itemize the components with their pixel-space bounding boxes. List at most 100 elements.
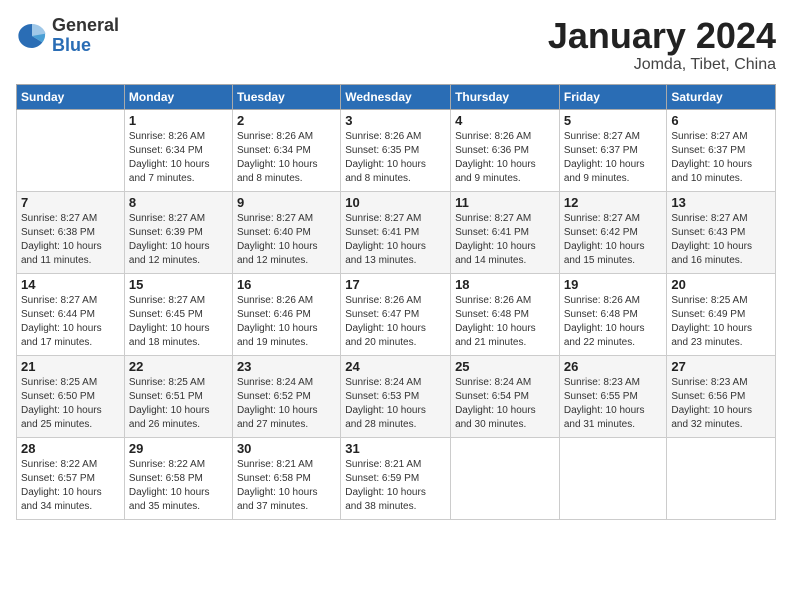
day-number: 9 bbox=[237, 195, 336, 210]
day-number: 26 bbox=[564, 359, 663, 374]
month-title: January 2024 bbox=[548, 16, 776, 56]
day-info: Sunrise: 8:26 AM Sunset: 6:48 PM Dayligh… bbox=[455, 294, 555, 350]
day-info: Sunrise: 8:26 AM Sunset: 6:34 PM Dayligh… bbox=[237, 130, 336, 186]
table-row bbox=[17, 109, 125, 191]
table-row: 30Sunrise: 8:21 AM Sunset: 6:58 PM Dayli… bbox=[232, 437, 340, 519]
table-row: 23 Sunrise: 8:24 AM Sunset: 6:52 PM Dayli… bbox=[232, 355, 340, 437]
calendar-table: Sunday Monday Tuesday Wednesday Thursday… bbox=[16, 84, 776, 520]
table-row: 8Sunrise: 8:27 AM Sunset: 6:39 PM Daylig… bbox=[124, 191, 232, 273]
day-number: 3 bbox=[345, 113, 446, 128]
table-row: 18 Sunrise: 8:26 AM Sunset: 6:48 PM Dayli… bbox=[451, 273, 560, 355]
logo: General Blue bbox=[16, 16, 119, 56]
day-info: Sunrise: 8:26 AM Sunset: 6:36 PM Dayligh… bbox=[455, 130, 555, 186]
day-info: Sunrise: 8:27 AM Sunset: 6:41 PM Dayligh… bbox=[455, 212, 555, 268]
day-number: 11 bbox=[455, 195, 555, 210]
day-number: 20 bbox=[671, 277, 771, 292]
table-row: 13 Sunrise: 8:27 AM Sunset: 6:43 PM Dayli… bbox=[667, 191, 776, 273]
day-info: Sunrise: 8:27 AM Sunset: 6:37 PM Dayligh… bbox=[671, 130, 771, 186]
day-number: 28 bbox=[21, 441, 120, 456]
header-friday: Friday bbox=[559, 84, 667, 109]
day-info: Sunrise: 8:23 AM Sunset: 6:55 PM Dayligh… bbox=[564, 376, 663, 432]
day-number: 13 bbox=[671, 195, 771, 210]
day-number: 4 bbox=[455, 113, 555, 128]
table-row: 7 Sunrise: 8:27 AM Sunset: 6:38 PM Daylig… bbox=[17, 191, 125, 273]
day-number: 21 bbox=[21, 359, 120, 374]
table-row: 12 Sunrise: 8:27 AM Sunset: 6:42 PM Dayli… bbox=[559, 191, 667, 273]
day-info: Sunrise: 8:25 AM Sunset: 6:50 PM Dayligh… bbox=[21, 376, 120, 432]
table-row: 31 Sunrise: 8:21 AM Sunset: 6:59 PM Dayli… bbox=[341, 437, 451, 519]
day-number: 24 bbox=[345, 359, 446, 374]
day-number: 25 bbox=[455, 359, 555, 374]
calendar-week-row: 1Sunrise: 8:26 AM Sunset: 6:34 PM Daylig… bbox=[17, 109, 776, 191]
day-number: 8 bbox=[129, 195, 228, 210]
day-info: Sunrise: 8:27 AM Sunset: 6:41 PM Dayligh… bbox=[345, 212, 446, 268]
table-row: 1Sunrise: 8:26 AM Sunset: 6:34 PM Daylig… bbox=[124, 109, 232, 191]
table-row: 27 Sunrise: 8:23 AM Sunset: 6:56 PM Dayli… bbox=[667, 355, 776, 437]
day-info: Sunrise: 8:27 AM Sunset: 6:38 PM Dayligh… bbox=[21, 212, 120, 268]
day-number: 12 bbox=[564, 195, 663, 210]
day-info: Sunrise: 8:27 AM Sunset: 6:42 PM Dayligh… bbox=[564, 212, 663, 268]
day-number: 30 bbox=[237, 441, 336, 456]
day-info: Sunrise: 8:27 AM Sunset: 6:43 PM Dayligh… bbox=[671, 212, 771, 268]
day-info: Sunrise: 8:24 AM Sunset: 6:53 PM Dayligh… bbox=[345, 376, 446, 432]
table-row: 5Sunrise: 8:27 AM Sunset: 6:37 PM Daylig… bbox=[559, 109, 667, 191]
header-thursday: Thursday bbox=[451, 84, 560, 109]
table-row: 20 Sunrise: 8:25 AM Sunset: 6:49 PM Dayli… bbox=[667, 273, 776, 355]
table-row: 26 Sunrise: 8:23 AM Sunset: 6:55 PM Dayli… bbox=[559, 355, 667, 437]
day-info: Sunrise: 8:26 AM Sunset: 6:34 PM Dayligh… bbox=[129, 130, 228, 186]
table-row: 19Sunrise: 8:26 AM Sunset: 6:48 PM Dayli… bbox=[559, 273, 667, 355]
day-number: 23 bbox=[237, 359, 336, 374]
day-number: 17 bbox=[345, 277, 446, 292]
day-info: Sunrise: 8:25 AM Sunset: 6:49 PM Dayligh… bbox=[671, 294, 771, 350]
table-row bbox=[559, 437, 667, 519]
header-saturday: Saturday bbox=[667, 84, 776, 109]
table-row: 15Sunrise: 8:27 AM Sunset: 6:45 PM Dayli… bbox=[124, 273, 232, 355]
table-row: 9 Sunrise: 8:27 AM Sunset: 6:40 PM Daylig… bbox=[232, 191, 340, 273]
day-info: Sunrise: 8:27 AM Sunset: 6:44 PM Dayligh… bbox=[21, 294, 120, 350]
table-row: 4 Sunrise: 8:26 AM Sunset: 6:36 PM Daylig… bbox=[451, 109, 560, 191]
header-wednesday: Wednesday bbox=[341, 84, 451, 109]
calendar-week-row: 7 Sunrise: 8:27 AM Sunset: 6:38 PM Daylig… bbox=[17, 191, 776, 273]
day-info: Sunrise: 8:27 AM Sunset: 6:40 PM Dayligh… bbox=[237, 212, 336, 268]
table-row: 2 Sunrise: 8:26 AM Sunset: 6:34 PM Daylig… bbox=[232, 109, 340, 191]
weekday-header-row: Sunday Monday Tuesday Wednesday Thursday… bbox=[17, 84, 776, 109]
day-number: 22 bbox=[129, 359, 228, 374]
day-number: 27 bbox=[671, 359, 771, 374]
header-sunday: Sunday bbox=[17, 84, 125, 109]
day-info: Sunrise: 8:21 AM Sunset: 6:59 PM Dayligh… bbox=[345, 458, 446, 514]
calendar-week-row: 14Sunrise: 8:27 AM Sunset: 6:44 PM Dayli… bbox=[17, 273, 776, 355]
day-number: 2 bbox=[237, 113, 336, 128]
header-monday: Monday bbox=[124, 84, 232, 109]
table-row: 21 Sunrise: 8:25 AM Sunset: 6:50 PM Dayli… bbox=[17, 355, 125, 437]
location: Jomda, Tibet, China bbox=[548, 56, 776, 74]
table-row: 14Sunrise: 8:27 AM Sunset: 6:44 PM Dayli… bbox=[17, 273, 125, 355]
title-block: January 2024 Jomda, Tibet, China bbox=[548, 16, 776, 74]
day-number: 31 bbox=[345, 441, 446, 456]
table-row: 10 Sunrise: 8:27 AM Sunset: 6:41 PM Dayli… bbox=[341, 191, 451, 273]
day-number: 18 bbox=[455, 277, 555, 292]
day-info: Sunrise: 8:24 AM Sunset: 6:54 PM Dayligh… bbox=[455, 376, 555, 432]
day-number: 6 bbox=[671, 113, 771, 128]
table-row: 16Sunrise: 8:26 AM Sunset: 6:46 PM Dayli… bbox=[232, 273, 340, 355]
day-info: Sunrise: 8:26 AM Sunset: 6:35 PM Dayligh… bbox=[345, 130, 446, 186]
table-row: 25 Sunrise: 8:24 AM Sunset: 6:54 PM Dayli… bbox=[451, 355, 560, 437]
logo-blue-text: Blue bbox=[52, 36, 119, 56]
day-info: Sunrise: 8:24 AM Sunset: 6:52 PM Dayligh… bbox=[237, 376, 336, 432]
table-row: 29Sunrise: 8:22 AM Sunset: 6:58 PM Dayli… bbox=[124, 437, 232, 519]
table-row: 28Sunrise: 8:22 AM Sunset: 6:57 PM Dayli… bbox=[17, 437, 125, 519]
table-row: 17Sunrise: 8:26 AM Sunset: 6:47 PM Dayli… bbox=[341, 273, 451, 355]
day-info: Sunrise: 8:27 AM Sunset: 6:37 PM Dayligh… bbox=[564, 130, 663, 186]
calendar-week-row: 28Sunrise: 8:22 AM Sunset: 6:57 PM Dayli… bbox=[17, 437, 776, 519]
table-row bbox=[667, 437, 776, 519]
calendar-week-row: 21 Sunrise: 8:25 AM Sunset: 6:50 PM Dayli… bbox=[17, 355, 776, 437]
day-info: Sunrise: 8:23 AM Sunset: 6:56 PM Dayligh… bbox=[671, 376, 771, 432]
day-info: Sunrise: 8:27 AM Sunset: 6:45 PM Dayligh… bbox=[129, 294, 228, 350]
table-row: 22Sunrise: 8:25 AM Sunset: 6:51 PM Dayli… bbox=[124, 355, 232, 437]
logo-text: General Blue bbox=[52, 16, 119, 56]
day-number: 16 bbox=[237, 277, 336, 292]
page: General Blue January 2024 Jomda, Tibet, … bbox=[0, 0, 792, 612]
day-number: 7 bbox=[21, 195, 120, 210]
day-info: Sunrise: 8:22 AM Sunset: 6:58 PM Dayligh… bbox=[129, 458, 228, 514]
table-row: 3 Sunrise: 8:26 AM Sunset: 6:35 PM Daylig… bbox=[341, 109, 451, 191]
day-number: 10 bbox=[345, 195, 446, 210]
